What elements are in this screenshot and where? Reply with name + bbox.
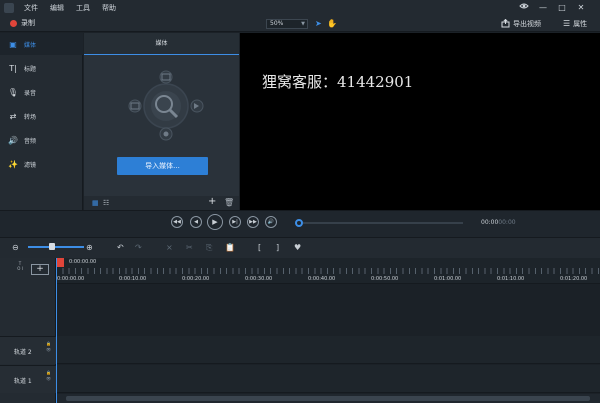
zoom-value: 50% bbox=[270, 20, 284, 27]
app-logo-icon bbox=[4, 3, 14, 13]
zoom-select[interactable]: 50% ▼ bbox=[266, 19, 308, 29]
playback-scrubber-track[interactable] bbox=[303, 222, 463, 224]
split-icon[interactable]: ⨯ bbox=[166, 242, 173, 253]
export-label: 导出视频 bbox=[513, 19, 541, 28]
track-type-label: T O I bbox=[17, 261, 23, 271]
sidebar-item-label: 录音 bbox=[24, 89, 37, 97]
zoom-in-icon[interactable]: ⊕ bbox=[86, 242, 93, 253]
microphone-icon: 🎙 bbox=[7, 87, 19, 97]
redo-icon[interactable]: ↷ bbox=[135, 242, 142, 253]
timeline-zoom-handle[interactable] bbox=[49, 243, 55, 250]
sidebar-item-title[interactable]: T| 标题 bbox=[0, 57, 83, 79]
export-video-button[interactable]: 导出视频 bbox=[501, 18, 541, 29]
media-placeholder-icon bbox=[128, 70, 204, 141]
track-lane-2[interactable] bbox=[57, 336, 600, 364]
paste-icon[interactable]: 📋 bbox=[225, 242, 235, 253]
ruler-label: 0:00:10.00 bbox=[119, 276, 147, 282]
cut-icon[interactable]: ✂ bbox=[186, 242, 193, 253]
playhead-time: 0:00:00.00 bbox=[69, 259, 97, 265]
playhead-handle[interactable] bbox=[56, 258, 64, 267]
trash-icon[interactable]: 🗑 bbox=[224, 197, 234, 208]
next-frame-icon[interactable]: ▶▶ bbox=[247, 216, 259, 228]
minimize-button[interactable]: — bbox=[534, 0, 552, 16]
sidebar-item-label: 滤镜 bbox=[24, 161, 37, 169]
timeline-scrollbar-thumb[interactable] bbox=[66, 396, 590, 401]
sidebar-item-label: 转场 bbox=[24, 113, 37, 121]
close-button[interactable]: ✕ bbox=[572, 0, 590, 16]
hand-tool-icon[interactable]: ✋ bbox=[327, 18, 337, 29]
audio-icon: 🔊 bbox=[8, 135, 18, 145]
volume-icon[interactable]: 🔊 bbox=[265, 216, 277, 228]
filter-icon: ✨ bbox=[8, 159, 18, 169]
track-header-1[interactable]: 轨道 1 🔒 👁 bbox=[0, 365, 56, 393]
menu-tools[interactable]: 工具 bbox=[70, 0, 96, 16]
undo-icon[interactable]: ↶ bbox=[117, 242, 124, 253]
preview-canvas[interactable] bbox=[240, 33, 600, 210]
sidebar-item-label: 标题 bbox=[24, 65, 37, 73]
record-button[interactable]: 录制 bbox=[21, 18, 35, 29]
sidebar-item-label: 音频 bbox=[24, 137, 37, 145]
import-media-button[interactable]: 导入媒体... bbox=[117, 157, 208, 175]
transition-icon: ⇄ bbox=[9, 111, 17, 121]
total-time: 00:00 bbox=[498, 219, 516, 226]
ruler-label: 0:01:10.00 bbox=[497, 276, 525, 282]
time-readout: 00:0000:00 bbox=[481, 219, 516, 227]
step-forward-icon[interactable]: ▶| bbox=[229, 216, 241, 228]
sidebar-item-filter[interactable]: ✨ 滤镜 bbox=[0, 153, 83, 175]
track-name: 轨道 2 bbox=[14, 349, 32, 356]
ruler-label: 0:00:20.00 bbox=[182, 276, 210, 282]
ruler-label: 0:00:30.00 bbox=[245, 276, 273, 282]
skin-icon[interactable] bbox=[515, 0, 533, 16]
zoom-out-icon[interactable]: ⊖ bbox=[12, 242, 19, 253]
media-icon: ▣ bbox=[9, 39, 17, 49]
sidebar-item-record-audio[interactable]: 🎙 录音 bbox=[0, 81, 83, 103]
list-view-icon[interactable]: ☷ bbox=[103, 198, 109, 208]
mark-out-icon[interactable]: ] bbox=[276, 242, 279, 253]
media-panel-header: 媒体 bbox=[84, 33, 239, 55]
sidebar-item-label: 媒体 bbox=[24, 41, 37, 49]
sidebar-item-audio[interactable]: 🔊 音频 bbox=[0, 129, 83, 151]
preview-watermark: 狸窝客服：41442901 bbox=[262, 73, 414, 91]
menu-file[interactable]: 文件 bbox=[18, 0, 44, 16]
ruler-label: 0:00:00.00 bbox=[57, 276, 85, 282]
record-icon[interactable] bbox=[10, 20, 17, 27]
pointer-tool-icon[interactable]: ➤ bbox=[315, 18, 322, 29]
ruler-label: 0:01:20.00 bbox=[560, 276, 588, 282]
track-name: 轨道 1 bbox=[14, 378, 32, 385]
current-time: 00:00 bbox=[481, 219, 499, 226]
sidebar: ▣ 媒体 T| 标题 🎙 录音 ⇄ 转场 🔊 音频 ✨ 滤镜 bbox=[0, 33, 83, 210]
sidebar-item-media[interactable]: ▣ 媒体 bbox=[0, 33, 83, 55]
track-lane-1[interactable] bbox=[57, 365, 600, 393]
lock-icon[interactable]: 🔒 👁 bbox=[46, 341, 51, 353]
ruler-label: 0:00:40.00 bbox=[308, 276, 336, 282]
step-back-icon[interactable]: ◀ bbox=[190, 216, 202, 228]
lock-icon[interactable]: 🔒 👁 bbox=[46, 370, 51, 382]
add-track-button[interactable]: + bbox=[31, 264, 49, 275]
title-icon: T| bbox=[9, 63, 17, 73]
ruler-label: 0:00:50.00 bbox=[371, 276, 399, 282]
previous-frame-icon[interactable]: ◀◀ bbox=[171, 216, 183, 228]
play-icon[interactable]: ▶ bbox=[207, 214, 223, 230]
playhead-line bbox=[56, 258, 57, 403]
menu-bar: 文件 编辑 工具 帮助 bbox=[0, 0, 600, 16]
ruler-ticks bbox=[56, 268, 600, 274]
sidebar-item-transition[interactable]: ⇄ 转场 bbox=[0, 105, 83, 127]
grid-view-icon[interactable]: ▦ bbox=[92, 198, 99, 208]
chevron-down-icon: ▼ bbox=[301, 21, 305, 27]
properties-label: 属性 bbox=[573, 19, 588, 28]
menu-help[interactable]: 帮助 bbox=[96, 0, 122, 16]
timeline-zoom-slider[interactable] bbox=[28, 246, 84, 248]
export-icon bbox=[501, 19, 510, 28]
list-icon: ☰ bbox=[563, 19, 571, 28]
playback-scrubber-handle[interactable] bbox=[295, 219, 303, 227]
copy-icon[interactable]: ⎘ bbox=[206, 242, 212, 253]
add-media-icon[interactable]: + bbox=[208, 196, 216, 208]
maximize-button[interactable]: □ bbox=[553, 0, 571, 16]
ruler-label: 0:01:00.00 bbox=[434, 276, 462, 282]
marker-icon[interactable]: ♥ bbox=[294, 242, 301, 253]
properties-button[interactable]: ☰ 属性 bbox=[563, 18, 587, 29]
mark-in-icon[interactable]: [ bbox=[258, 242, 261, 253]
track-header-2[interactable]: 轨道 2 🔒 👁 bbox=[0, 336, 56, 364]
menu-edit[interactable]: 编辑 bbox=[44, 0, 70, 16]
